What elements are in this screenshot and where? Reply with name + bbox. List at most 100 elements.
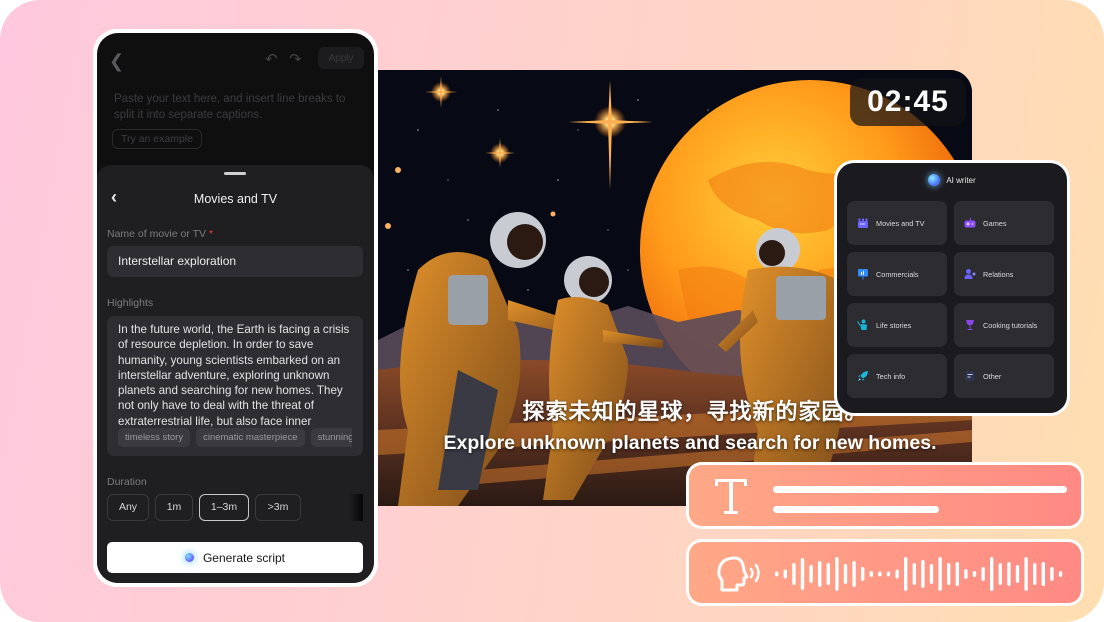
highlights-textarea[interactable]: In the future world, the Earth is facing…	[107, 316, 363, 456]
waveform-bar	[878, 571, 882, 577]
caption-textarea[interactable]: Paste your text here, and insert line br…	[114, 91, 354, 123]
sheet-drag-handle[interactable]	[224, 172, 246, 175]
tag-list: timeless story cinematic masterpiece stu…	[118, 428, 352, 447]
duration-label: Duration	[107, 476, 147, 488]
waveform-bar	[886, 571, 891, 577]
speaking-head-icon	[717, 556, 760, 592]
ai-writer-panel: AI writer Movies and TV Games Commercial…	[837, 163, 1067, 413]
waveform-bar	[1050, 567, 1054, 581]
waveform-bar	[1058, 571, 1063, 577]
document-icon	[964, 370, 976, 382]
redo-icon[interactable]: ↷	[289, 50, 302, 68]
category-movies-tv[interactable]: Movies and TV	[847, 201, 947, 245]
category-tech-info[interactable]: Tech info	[847, 354, 947, 398]
ai-writer-header: AI writer	[837, 174, 1067, 186]
try-example-button[interactable]: Try an example	[112, 129, 202, 149]
category-label: Commercials	[876, 269, 919, 279]
waveform-bar	[1024, 557, 1028, 591]
category-label: Movies and TV	[876, 218, 925, 228]
ai-writer-title: AI writer	[946, 175, 976, 185]
phone-screen: ❮ ↶ ↷ Apply Paste your text here, and in…	[97, 33, 374, 583]
waveform-bar	[904, 557, 908, 591]
waveform-bar	[809, 565, 813, 583]
ai-orb-icon	[928, 174, 941, 186]
waveform-bar	[843, 564, 848, 584]
tag-chip[interactable]: cinematic masterpiece	[196, 428, 305, 447]
tag-chip[interactable]: timeless story	[118, 428, 191, 447]
text-caption-pill	[686, 462, 1084, 529]
waveform-bar	[775, 571, 779, 577]
wine-glass-icon	[964, 319, 976, 331]
movies-tv-sheet: ‹ Movies and TV Name of movie or TV * In…	[97, 165, 374, 583]
category-label: Cooking tutorials	[983, 320, 1038, 330]
category-label: Relations	[983, 269, 1014, 279]
background-canvas: 02:45 探索未知的星球，寻找新的家园。 Explore unknown pl…	[0, 0, 1104, 622]
duration-option-1m[interactable]: 1m	[155, 494, 193, 521]
gamepad-icon	[964, 217, 976, 229]
category-life-stories[interactable]: Life stories	[847, 303, 947, 347]
name-label-text: Name of movie or TV	[107, 228, 207, 240]
waveform-bar	[1007, 562, 1011, 586]
waveform-bar	[921, 560, 925, 588]
category-label: Other	[983, 371, 1002, 381]
duration-options: Any 1m 1–3m >3m	[107, 494, 301, 521]
name-input[interactable]: Interstellar exploration	[107, 246, 363, 277]
ai-orb-icon	[184, 553, 194, 562]
scroll-fade	[349, 494, 363, 521]
people-icon	[964, 268, 976, 280]
generate-script-button[interactable]: Generate script	[107, 542, 363, 573]
text-icon	[715, 479, 747, 514]
chevron-left-icon[interactable]: ❮	[109, 51, 124, 72]
audio-waveform	[775, 557, 1063, 591]
waveform-bar	[818, 561, 822, 587]
caption-english: Explore unknown planets and search for n…	[443, 432, 937, 454]
voice-pill	[686, 539, 1084, 606]
waveform-bar	[947, 563, 951, 585]
waveform-bar	[800, 558, 805, 590]
highlights-text: In the future world, the Earth is facing…	[118, 323, 350, 428]
category-other[interactable]: Other	[954, 354, 1054, 398]
category-commercials[interactable]: Commercials	[847, 252, 947, 296]
name-label: Name of movie or TV *	[107, 228, 213, 240]
rocket-icon	[857, 370, 869, 382]
waveform-bar	[955, 562, 959, 586]
waveform-bar	[861, 567, 865, 581]
generate-script-label: Generate script	[202, 550, 286, 565]
voice-pill-body	[689, 542, 1081, 603]
waveform-bar	[912, 563, 916, 585]
ai-writer-card: AI writer Movies and TV Games Commercial…	[834, 160, 1070, 416]
category-grid: Movies and TV Games Commercials Relation…	[847, 201, 1056, 398]
waveform-bar	[964, 569, 968, 579]
phone-mockup: ❮ ↶ ↷ Apply Paste your text here, and in…	[93, 29, 378, 587]
apply-button[interactable]: Apply	[318, 47, 364, 69]
waveform-bar	[1041, 562, 1045, 586]
undo-icon[interactable]: ↶	[265, 50, 278, 68]
text-caption-pill-body	[689, 465, 1081, 526]
duration-option-1-3m[interactable]: 1–3m	[199, 494, 249, 521]
waveform-bar	[938, 557, 942, 591]
waveform-bar	[783, 569, 787, 579]
waveform-bar	[852, 561, 856, 587]
highlights-label: Highlights	[107, 297, 154, 309]
category-label: Tech info	[876, 371, 906, 381]
category-games[interactable]: Games	[954, 201, 1054, 245]
text-placeholder-line	[773, 486, 1067, 493]
waveform-bar	[835, 557, 839, 591]
waveform-bar	[1015, 565, 1020, 583]
required-mark: *	[208, 228, 214, 240]
text-placeholder-line	[773, 506, 939, 513]
waveform-bar	[1033, 563, 1037, 585]
tag-chip[interactable]: stunning v	[310, 428, 352, 447]
waveform-bar	[869, 571, 873, 577]
timer-display: 02:45	[850, 78, 966, 126]
person-waving-icon	[857, 319, 869, 331]
clapperboard-icon	[857, 217, 869, 229]
category-label: Games	[983, 218, 1007, 228]
duration-option-any[interactable]: Any	[107, 494, 149, 521]
duration-option-over-3m[interactable]: >3m	[255, 494, 301, 521]
billboard-icon	[857, 268, 869, 280]
category-relations[interactable]: Relations	[954, 252, 1054, 296]
category-cooking-tutorials[interactable]: Cooking tutorials	[954, 303, 1054, 347]
waveform-bar	[826, 563, 830, 585]
waveform-bar	[792, 563, 796, 585]
